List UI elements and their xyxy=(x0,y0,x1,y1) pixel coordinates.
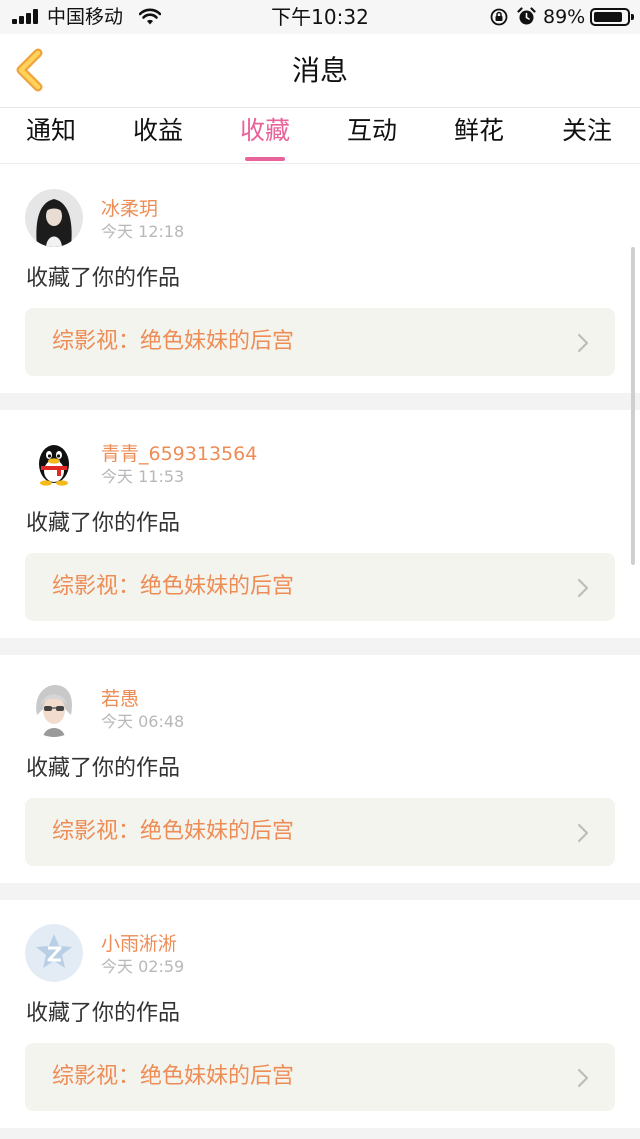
nav-bar: 消息 xyxy=(0,34,640,108)
tab-label: 关注 xyxy=(561,116,612,145)
timestamp: 今天 02:59 xyxy=(101,957,185,976)
battery-percent: 89% xyxy=(543,6,586,28)
timestamp: 今天 11:53 xyxy=(101,467,185,486)
tab-label: 收藏 xyxy=(239,116,290,145)
tab-following[interactable]: 关注 xyxy=(537,114,637,164)
work-title: 综影视：绝色妹妹的后宫 xyxy=(52,574,295,599)
work-link[interactable]: 综影视：绝色妹妹的后宫 xyxy=(25,308,615,376)
scrollbar[interactable] xyxy=(631,247,635,565)
message-text: 收藏了你的作品 xyxy=(26,1001,181,1026)
work-link[interactable]: 综影视：绝色妹妹的后宫 xyxy=(25,798,615,866)
tab-label: 通知 xyxy=(25,116,76,145)
tab-bar: 通知 收益 收藏 互动 鲜花 关注 xyxy=(0,108,640,164)
username[interactable]: 青青_659313564 xyxy=(101,442,257,466)
work-title: 综影视：绝色妹妹的后宫 xyxy=(52,329,295,354)
battery-icon xyxy=(590,8,634,26)
alarm-icon xyxy=(517,7,536,25)
chevron-right-icon xyxy=(577,333,589,353)
status-bar: 中国移动 下午10:32 89% xyxy=(0,0,640,34)
divider xyxy=(0,638,640,655)
divider xyxy=(0,883,640,900)
avatar[interactable] xyxy=(25,189,83,247)
chevron-right-icon xyxy=(577,1068,589,1088)
username[interactable]: 若愚 xyxy=(101,687,139,711)
rotation-lock-icon xyxy=(490,8,508,26)
divider xyxy=(0,393,640,410)
message-text: 收藏了你的作品 xyxy=(26,756,181,781)
active-tab-indicator xyxy=(245,157,285,161)
tab-flowers[interactable]: 鲜花 xyxy=(429,114,529,164)
tab-favorites[interactable]: 收藏 xyxy=(215,114,315,164)
silver-hair-avatar-icon xyxy=(25,679,83,737)
avatar[interactable] xyxy=(25,434,83,492)
list-item: 冰柔玥 今天 12:18 收藏了你的作品 综影视：绝色妹妹的后宫 xyxy=(0,165,640,393)
list-item: 若愚 今天 06:48 收藏了你的作品 综影视：绝色妹妹的后宫 xyxy=(0,655,640,883)
tab-label: 互动 xyxy=(346,116,397,145)
tab-earnings[interactable]: 收益 xyxy=(108,114,208,164)
tab-interactions[interactable]: 互动 xyxy=(322,114,422,164)
list-item: 小雨淅淅 今天 02:59 收藏了你的作品 综影视：绝色妹妹的后宫 xyxy=(0,900,640,1128)
long-hair-avatar-icon xyxy=(25,189,83,247)
username[interactable]: 冰柔玥 xyxy=(101,197,158,221)
tab-label: 鲜花 xyxy=(453,116,504,145)
qq-penguin-avatar-icon xyxy=(25,434,83,492)
work-title: 综影视：绝色妹妹的后宫 xyxy=(52,1064,295,1089)
list-item: 青青_659313564 今天 11:53 收藏了你的作品 综影视：绝色妹妹的后… xyxy=(0,410,640,638)
tab-notifications[interactable]: 通知 xyxy=(1,114,101,164)
timestamp: 今天 06:48 xyxy=(101,712,185,731)
page-title: 消息 xyxy=(291,54,348,87)
divider xyxy=(0,1128,640,1139)
tab-label: 收益 xyxy=(132,116,183,145)
message-text: 收藏了你的作品 xyxy=(26,511,181,536)
username[interactable]: 小雨淅淅 xyxy=(101,932,177,956)
timestamp: 今天 12:18 xyxy=(101,222,185,241)
chevron-right-icon xyxy=(577,578,589,598)
default-z-avatar-icon xyxy=(25,924,83,982)
chevron-right-icon xyxy=(577,823,589,843)
work-link[interactable]: 综影视：绝色妹妹的后宫 xyxy=(25,553,615,621)
notification-list: 冰柔玥 今天 12:18 收藏了你的作品 综影视：绝色妹妹的后宫 青青_6593… xyxy=(0,165,640,1139)
work-title: 综影视：绝色妹妹的后宫 xyxy=(52,819,295,844)
avatar[interactable] xyxy=(25,679,83,737)
work-link[interactable]: 综影视：绝色妹妹的后宫 xyxy=(25,1043,615,1111)
avatar[interactable] xyxy=(25,924,83,982)
message-text: 收藏了你的作品 xyxy=(26,266,181,291)
